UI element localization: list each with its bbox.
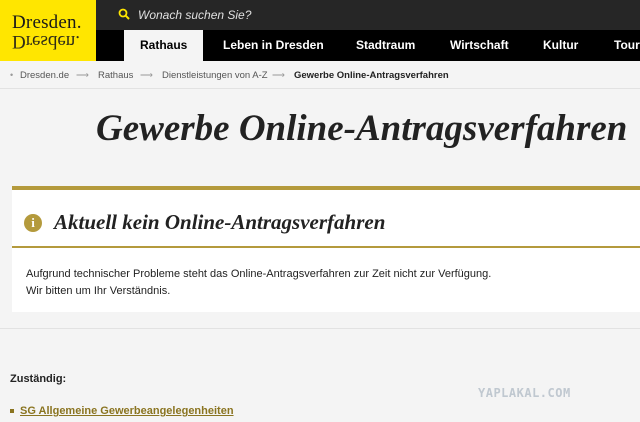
breadcrumb-separator: ⟶ — [140, 70, 153, 80]
notice-heading: Aktuell kein Online-Antragsverfahren — [54, 210, 386, 234]
nav-item-kultur[interactable]: Kultur — [543, 30, 578, 61]
notice-text: Aufgrund technischer Probleme steht das … — [26, 266, 491, 300]
dresden-logo[interactable]: Dresden. Dresden. — [0, 0, 96, 61]
responsible-label: Zuständig: — [10, 373, 67, 385]
search-input[interactable]: Wonach suchen Sie? — [138, 8, 251, 22]
notice-box: i Aktuell kein Online-Antragsverfahren A… — [12, 186, 640, 312]
breadcrumb-separator: ⟶ — [272, 70, 285, 80]
responsible-section: Zuständig: YAPLAKAL.COM SG Allgemeine Ge… — [0, 328, 640, 422]
breadcrumb-home[interactable]: Dresden.de — [20, 70, 69, 81]
notice-line-2: Wir bitten um Ihr Verständnis. — [26, 285, 171, 297]
header-bar: Wonach suchen Sie? Rathaus Leben in Dres… — [96, 0, 640, 61]
notice-line-1: Aufgrund technischer Probleme steht das … — [26, 268, 492, 280]
responsible-link-text[interactable]: SG Allgemeine Gewerbeangelegenheiten — [20, 405, 234, 417]
page-title: Gewerbe Online-Antragsverfahren — [96, 108, 628, 149]
bullet-icon — [10, 409, 14, 414]
nav-item-stadtraum[interactable]: Stadtraum — [356, 30, 415, 61]
notice-divider — [12, 246, 640, 248]
watermark: YAPLAKAL.COM — [478, 386, 571, 400]
breadcrumb-current: Gewerbe Online-Antragsverfahren — [294, 70, 449, 81]
search-icon[interactable] — [118, 8, 130, 20]
breadcrumb-separator: ⟶ — [76, 70, 89, 80]
nav-item-touri[interactable]: Touri — [614, 30, 640, 61]
nav-item-wirtschaft[interactable]: Wirtschaft — [450, 30, 509, 61]
breadcrumb: • Dresden.de ⟶ Rathaus ⟶ Dienstleistunge… — [0, 61, 640, 89]
breadcrumb-rathaus[interactable]: Rathaus — [98, 70, 133, 81]
responsible-link[interactable]: SG Allgemeine Gewerbeangelegenheiten — [10, 405, 234, 417]
nav-item-rathaus[interactable]: Rathaus — [124, 30, 204, 61]
title-area: Gewerbe Online-Antragsverfahren — [0, 89, 640, 166]
breadcrumb-separator: • — [10, 70, 14, 80]
logo-mirror-text: Dresden. — [12, 31, 81, 52]
search-bar: Wonach suchen Sie? — [96, 0, 640, 30]
breadcrumb-dienstleistungen[interactable]: Dienstleistungen von A-Z — [162, 70, 268, 81]
main-nav: Rathaus Leben in Dresden Stadtraum Wirts… — [96, 30, 640, 61]
info-icon: i — [24, 214, 42, 232]
nav-item-leben-in-dresden[interactable]: Leben in Dresden — [223, 30, 324, 61]
